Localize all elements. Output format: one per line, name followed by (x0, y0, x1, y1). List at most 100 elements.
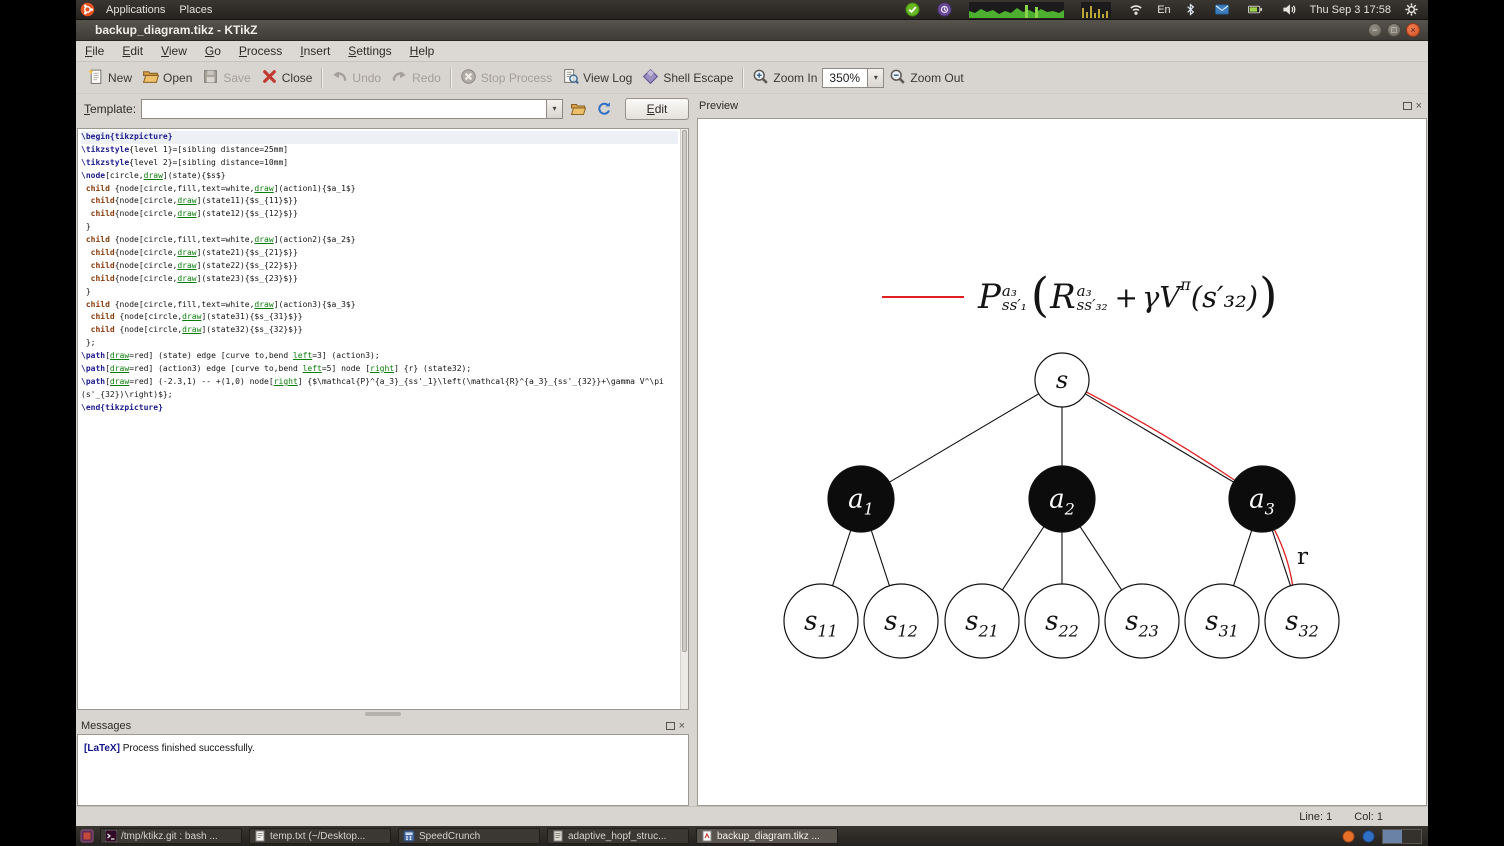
undo-arrow-icon (331, 68, 348, 88)
open-button[interactable]: Open (137, 66, 197, 90)
save-button[interactable]: Save (197, 66, 255, 90)
task-temp-txt[interactable]: temp.txt (~/Desktop... (249, 828, 391, 844)
new-button[interactable]: New (82, 66, 137, 90)
zoom-in-button[interactable]: Zoom In (747, 66, 822, 90)
formula-red-line (882, 296, 964, 298)
preview-canvas: s a1 a2 a3 s11 s12 s21 s22 s23 s31 s32 r Pa₃ ss′₁(Ra… (697, 118, 1427, 806)
status-line: Line: 1 (1299, 810, 1333, 823)
zoom-level-value: 350% (829, 70, 861, 85)
float-panel-icon[interactable] (665, 722, 675, 730)
tree-edge-a3-s32 (1271, 530, 1291, 587)
code-line-18: \path[draw=red] (state) edge [curve to,b… (81, 351, 380, 361)
editor-vertical-scrollbar[interactable] (680, 129, 688, 709)
document-icon (553, 830, 563, 842)
code-area[interactable]: \begin{tikzpicture} \tikzstyle{level 1}=[… (81, 131, 678, 709)
code-line-19: \path[draw=red] (action3) edge [curve to… (81, 364, 472, 374)
preview-header-buttons: × (1402, 101, 1422, 112)
mail-icon[interactable] (1214, 2, 1230, 17)
formula-token: P (978, 277, 1001, 317)
bluetooth-icon[interactable] (1184, 2, 1197, 17)
taskbar-applet-icon[interactable] (80, 829, 94, 843)
ubuntu-logo-icon[interactable] (80, 2, 95, 17)
menu-insert[interactable]: Insert (291, 41, 339, 62)
formula-token: R (1050, 277, 1076, 317)
workspace-2[interactable] (1402, 829, 1421, 843)
task-terminal[interactable]: /tmp/ktikz.git : bash ... (100, 828, 242, 844)
code-line-3: \tikzstyle{level 2}=[sibling distance=10… (81, 157, 289, 167)
window-title-bar[interactable]: backup_diagram.tikz - KTikZ − □ × (76, 20, 1428, 41)
code-line-7: child{node[circle,draw](state12){$s_{12}… (90, 209, 298, 219)
menu-process[interactable]: Process (230, 41, 291, 62)
session-gear-icon[interactable] (1404, 2, 1419, 17)
zoom-in-icon (752, 68, 769, 88)
code-editor[interactable]: \begin{tikzpicture} \tikzstyle{level 1}=[… (77, 128, 689, 710)
menu-view[interactable]: View (152, 41, 196, 62)
menu-go[interactable]: Go (196, 41, 230, 62)
template-row: Template: ▾ Edit (76, 96, 690, 122)
task-adaptive-hopf[interactable]: adaptive_hopf_struc... (547, 828, 689, 844)
formula-token: ( (1030, 267, 1050, 323)
menu-file[interactable]: File (76, 41, 113, 62)
scrollbar-thumb[interactable] (682, 130, 687, 652)
volume-icon[interactable] (1281, 2, 1297, 17)
keyboard-indicator[interactable]: En (1157, 4, 1170, 16)
workspace-switcher[interactable] (1382, 828, 1422, 844)
formula-token: (s′₃₂) (1190, 280, 1259, 314)
close-panel-icon[interactable]: × (1416, 101, 1422, 112)
statusbar: Line: 1 Col: 1 (76, 806, 1428, 826)
task-backup-diagram[interactable]: backup_diagram.tikz ... (696, 828, 838, 844)
node-label-s: s (1056, 366, 1068, 394)
zoom-out-button[interactable]: Zoom Out (884, 66, 968, 90)
undo-button[interactable]: Undo (326, 66, 386, 90)
places-menu[interactable]: Places (172, 0, 219, 20)
template-select[interactable]: ▾ (141, 99, 564, 119)
messages-text: Process finished successfully. (119, 743, 255, 754)
redo-button[interactable]: Redo (386, 66, 446, 90)
messages-panel: Messages × [LaTeX] Process finished succ… (77, 718, 689, 806)
stop-process-button[interactable]: Stop Process (455, 66, 557, 90)
float-panel-icon[interactable] (1402, 102, 1412, 110)
window-controls: − □ × (1368, 23, 1428, 37)
template-dropdown-arrow[interactable]: ▾ (546, 100, 563, 118)
view-log-button[interactable]: View Log (557, 66, 637, 90)
template-reload-button[interactable] (593, 98, 615, 120)
editor-preview-splitter[interactable] (690, 94, 697, 806)
applications-menu[interactable]: Applications (99, 0, 172, 20)
close-file-button[interactable]: Close (256, 66, 318, 90)
zoom-out-icon (889, 68, 906, 88)
code-line-15: child {node[circle,draw](state31){$s_{31… (90, 312, 303, 322)
zoom-level-select[interactable]: 350% ▾ (822, 67, 885, 88)
tray-blue-icon[interactable] (1362, 829, 1375, 843)
menu-help[interactable]: Help (401, 41, 444, 62)
workspace-1[interactable] (1383, 829, 1402, 843)
toolbar: New Open Save Close Undo Redo Stop Proce… (76, 62, 1428, 94)
close-window-button[interactable]: × (1406, 23, 1420, 37)
zoom-dropdown-arrow[interactable]: ▾ (867, 68, 884, 87)
menu-settings[interactable]: Settings (339, 41, 400, 62)
editor-messages-splitter[interactable] (76, 710, 690, 718)
status-purple-icon[interactable] (937, 2, 952, 17)
clock[interactable]: Thu Sep 3 17:58 (1310, 4, 1391, 16)
template-label: Template: (84, 102, 137, 116)
shell-escape-button[interactable]: Shell Escape (637, 66, 738, 90)
template-browse-button[interactable] (567, 98, 589, 120)
maximize-button[interactable]: □ (1387, 23, 1401, 37)
menu-edit[interactable]: Edit (113, 41, 152, 62)
code-line-17: }; (81, 338, 96, 348)
system-monitor-graph[interactable] (969, 1, 1065, 18)
battery-icon[interactable] (1247, 2, 1264, 17)
formula-token: + (1114, 280, 1138, 314)
code-line-21: (s'_{32})\right)$}; (81, 389, 173, 399)
stop-icon (460, 68, 477, 88)
template-edit-button[interactable]: Edit (625, 98, 690, 120)
wifi-icon[interactable] (1128, 2, 1144, 17)
preview-formula: Pa₃ ss′₁(Ra₃ ss′₃₂ + γV π (s′₃₂)) (882, 267, 1278, 325)
task-speedcrunch[interactable]: SpeedCrunch (398, 828, 540, 844)
minimize-button[interactable]: − (1368, 23, 1382, 37)
red-edge-s-a3 (1086, 391, 1236, 481)
tray-orange-icon[interactable] (1342, 829, 1355, 843)
network-history-graph[interactable] (1081, 1, 1112, 18)
splitter-grip[interactable] (365, 712, 401, 716)
status-ok-icon[interactable] (905, 2, 920, 17)
close-panel-icon[interactable]: × (679, 721, 685, 732)
